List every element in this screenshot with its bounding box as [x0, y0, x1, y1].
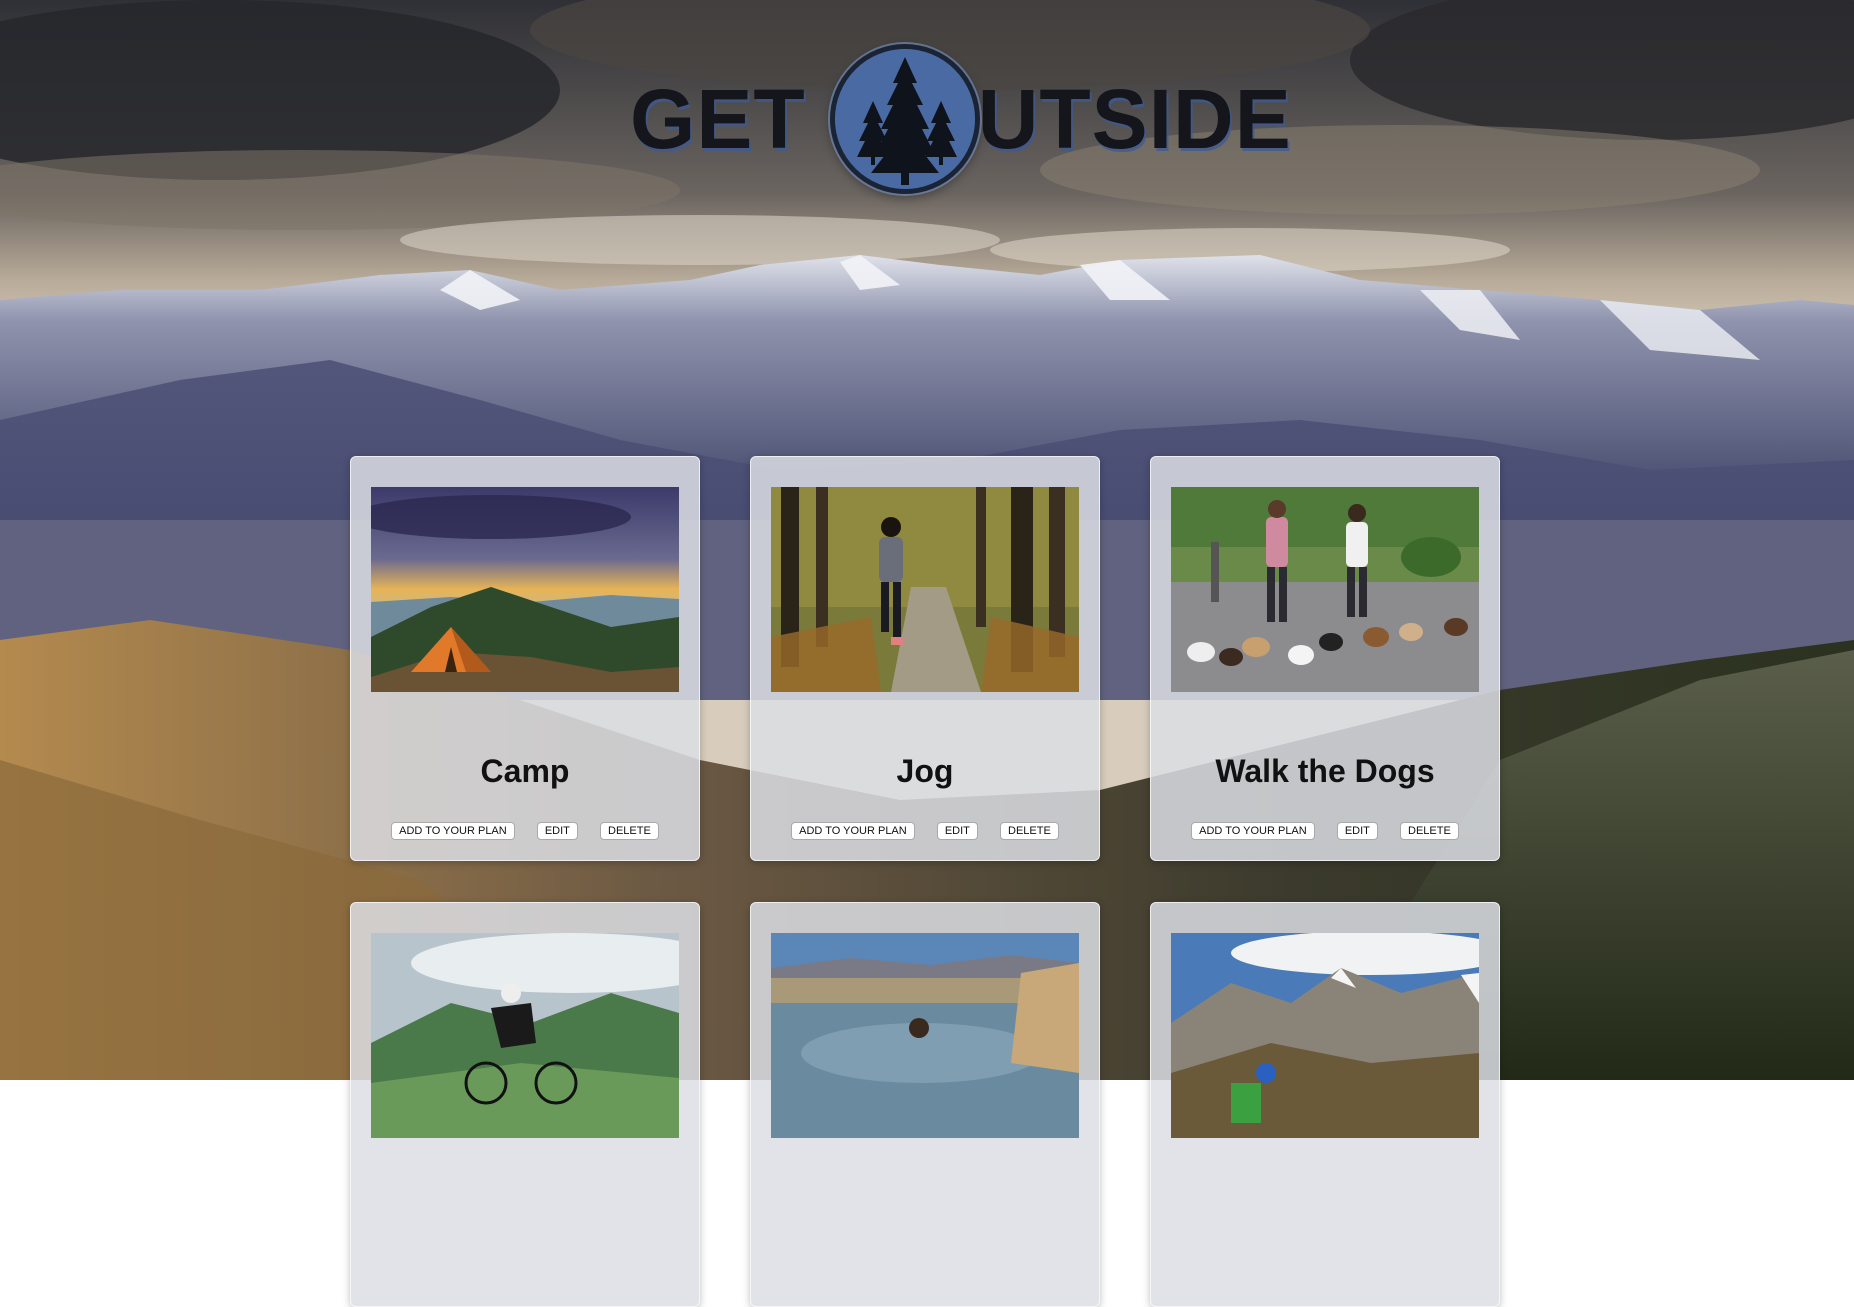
card-actions: ADD TO YOUR PLAN EDIT DELETE — [1151, 822, 1499, 840]
mountain-hiker-photo — [1171, 933, 1479, 1138]
card-title: Jog — [896, 753, 954, 789]
hot-spring-photo — [771, 933, 1079, 1138]
edit-button[interactable]: EDIT — [536, 822, 578, 840]
edit-button[interactable]: EDIT — [1336, 822, 1378, 840]
dog-walkers-photo — [1171, 487, 1479, 692]
activity-card-cycle — [350, 902, 700, 1307]
add-to-plan-button[interactable]: ADD TO YOUR PLAN — [1191, 822, 1315, 840]
card-actions: ADD TO YOUR PLAN EDIT DELETE — [351, 822, 699, 840]
activity-card-hike — [1150, 902, 1500, 1307]
activity-card-jog: Jog ADD TO YOUR PLAN EDIT DELETE — [750, 456, 1100, 861]
delete-button[interactable]: DELETE — [1000, 822, 1059, 840]
activity-card-camp: Camp ADD TO YOUR PLAN EDIT DELETE — [350, 456, 700, 861]
add-to-plan-button[interactable]: ADD TO YOUR PLAN — [391, 822, 515, 840]
delete-button[interactable]: DELETE — [600, 822, 659, 840]
pine-trees-icon — [829, 44, 980, 194]
activity-card-walk-the-dogs: Walk the Dogs ADD TO YOUR PLAN EDIT DELE… — [1150, 456, 1500, 861]
logo-word-get: GET — [630, 72, 806, 166]
tent-sunset-photo — [371, 487, 679, 692]
card-actions: ADD TO YOUR PLAN EDIT DELETE — [751, 822, 1099, 840]
add-to-plan-button[interactable]: ADD TO YOUR PLAN — [791, 822, 915, 840]
card-title: Camp — [480, 753, 570, 789]
card-title: Walk the Dogs — [1215, 753, 1435, 789]
cyclist-photo — [371, 933, 679, 1138]
activity-card-soak — [750, 902, 1100, 1307]
edit-button[interactable]: EDIT — [936, 822, 978, 840]
site-logo[interactable]: GET UTSIDE — [630, 44, 1292, 194]
delete-button[interactable]: DELETE — [1400, 822, 1459, 840]
forest-runner-photo — [771, 487, 1079, 692]
logo-word-utside: UTSIDE — [977, 72, 1292, 166]
